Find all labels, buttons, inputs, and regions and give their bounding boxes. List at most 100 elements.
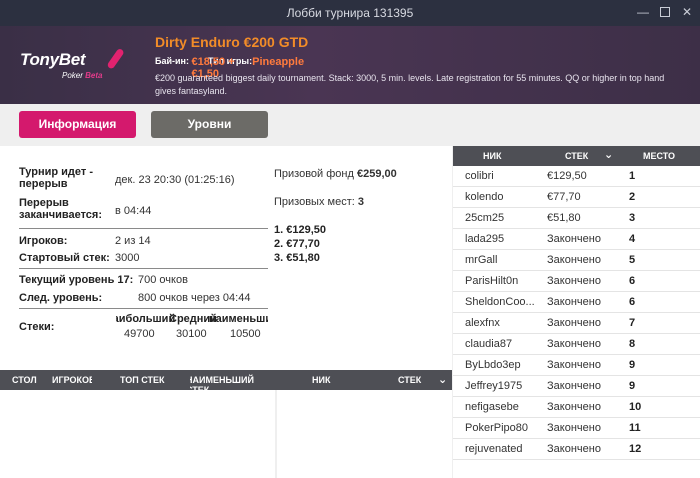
player-row[interactable]: alexfnx Закончено 7 (453, 313, 700, 334)
close-icon[interactable]: ✕ (680, 5, 694, 19)
sort-chevron-icon[interactable]: ⌄ (604, 148, 613, 161)
col-stack[interactable]: СТЕК (398, 375, 421, 385)
logo-brand: TonyBet (20, 50, 86, 69)
current-level-value: 700 очков (138, 274, 188, 286)
table-players-list (277, 390, 452, 478)
prize-places-value: 3 (357, 196, 364, 208)
players-label: Игроков: (19, 235, 68, 247)
tables-header: СТОЛ ИГРОКОВ ТОП СТЕК НАИМЕНЬШИЙ СТЕК НИ… (0, 370, 452, 390)
player-row[interactable]: 25cm25 €51,80 3 (453, 208, 700, 229)
player-row[interactable]: claudia87 Закончено 8 (453, 334, 700, 355)
col-min-stack[interactable]: НАИМЕНЬШИЙ СТЕК (190, 375, 270, 390)
col-player-stack[interactable]: СТЕК (565, 151, 588, 161)
player-stack: Закончено (547, 401, 601, 413)
player-nick: ByLbdo3ep (465, 359, 521, 371)
col-players[interactable]: ИГРОКОВ (52, 375, 92, 385)
player-place: 1 (629, 170, 636, 182)
player-nick: claudia87 (465, 338, 513, 350)
tab-levels[interactable]: Уровни (151, 111, 268, 138)
player-stack: €77,70 (547, 191, 581, 203)
logo-mark-icon (107, 49, 124, 69)
player-nick: Jeffrey1975 (465, 380, 523, 392)
player-place: 6 (629, 275, 636, 287)
start-stack-label: Стартовый стек: (19, 252, 110, 264)
player-row[interactable]: nefigasebe Закончено 10 (453, 397, 700, 418)
col-player-place[interactable]: МЕСТО (643, 151, 675, 161)
minimize-icon[interactable]: — (636, 5, 650, 19)
tab-info[interactable]: Информация (19, 111, 136, 138)
player-place: 3 (629, 212, 636, 224)
col-table[interactable]: СТОЛ (12, 375, 37, 385)
player-nick: 25cm25 (465, 212, 505, 224)
tournament-description: €200 guaranteed biggest daily tournament… (155, 73, 665, 96)
prize-pool-label: Призовой фонд (274, 168, 354, 180)
col-player-nick[interactable]: НИК (483, 151, 501, 161)
chevron-down-icon[interactable]: ⌄ (438, 373, 447, 386)
buyin-label: Бай-ин: (155, 56, 189, 66)
player-row[interactable]: mrGall Закончено 5 (453, 250, 700, 271)
prize-pool: Призовой фонд €259,00 (274, 168, 397, 180)
player-stack: €51,80 (547, 212, 581, 224)
next-level-value: 800 очков через 04:44 (138, 292, 251, 304)
player-row[interactable]: Jeffrey1975 Закончено 9 (453, 376, 700, 397)
game-type-value: Pineapple (252, 56, 305, 68)
divider (19, 268, 268, 269)
player-nick: mrGall (465, 254, 498, 266)
col-nick[interactable]: НИК (312, 375, 330, 385)
player-row[interactable]: SheldonCoo... Закончено 6 (453, 292, 700, 313)
player-place: 7 (629, 317, 636, 329)
player-stack: Закончено (547, 275, 601, 287)
tournament-name: Dirty Enduro €200 GTD (155, 34, 309, 50)
maximize-icon[interactable] (658, 5, 672, 19)
tonybet-logo: TonyBet Poker Beta (20, 46, 130, 86)
tournament-header: TonyBet Poker Beta Dirty Enduro €200 GTD… (0, 26, 700, 104)
break-label: Перерыв заканчивается: (19, 197, 103, 221)
start-stack-value: 3000 (115, 252, 140, 264)
prize-pool-value: €259,00 (356, 168, 397, 180)
player-place: 10 (629, 401, 642, 413)
player-row[interactable]: kolendo €77,70 2 (453, 187, 700, 208)
prize-places: Призовых мест: 3 (274, 196, 364, 208)
window-titlebar: Лобби турнира 131395 — ✕ (0, 0, 700, 26)
player-place: 12 (629, 443, 642, 455)
prize-2: 2. €77,70 (274, 238, 320, 250)
next-level-label: След. уровень: (19, 292, 103, 304)
player-row[interactable]: PokerPipo80 Закончено 11 (453, 418, 700, 439)
player-stack: Закончено (547, 233, 601, 245)
prize-3: 3. €51,80 (274, 252, 320, 264)
player-row[interactable]: ParisHilt0n Закончено 6 (453, 271, 700, 292)
player-place: 9 (629, 359, 636, 371)
player-place: 6 (629, 296, 636, 308)
stack-max-value: 49700 (124, 328, 155, 340)
player-stack: Закончено (547, 359, 601, 371)
player-nick: lada295 (465, 233, 505, 245)
stack-max-header: наибольший (116, 313, 176, 325)
player-row[interactable]: lada295 Закончено 4 (453, 229, 700, 250)
players-header: НИК СТЕК ⌄ МЕСТО (453, 146, 700, 166)
info-panel: Турнир идет - перерыв дек. 23 20:30 (01:… (0, 146, 452, 370)
player-nick: PokerPipo80 (465, 422, 528, 434)
stack-min-header: наименьший (209, 313, 268, 325)
tables-list (0, 390, 275, 478)
player-place: 2 (629, 191, 636, 203)
window-title: Лобби турнира 131395 (286, 6, 414, 20)
prize-1: 1. €129,50 (274, 224, 326, 236)
player-place: 8 (629, 338, 636, 350)
player-stack: €129,50 (547, 170, 587, 182)
players-value: 2 из 14 (115, 235, 151, 247)
player-stack: Закончено (547, 254, 601, 266)
current-level-label: Текущий уровень 17: (19, 274, 134, 286)
col-top-stack[interactable]: ТОП СТЕК (120, 375, 165, 385)
player-row[interactable]: colibri €129,50 1 (453, 166, 700, 187)
prize-places-label: Призовых мест: (274, 196, 355, 208)
stack-min-value: 10500 (230, 328, 261, 340)
divider (19, 308, 268, 309)
player-nick: rejuvenated (465, 443, 523, 455)
player-place: 5 (629, 254, 636, 266)
player-stack: Закончено (547, 338, 601, 350)
stacks-label: Стеки: (19, 321, 55, 333)
logo-subtitle: Poker Beta (62, 71, 103, 80)
player-row[interactable]: ByLbdo3ep Закончено 9 (453, 355, 700, 376)
player-nick: ParisHilt0n (465, 275, 519, 287)
player-row[interactable]: rejuvenated Закончено 12 (453, 439, 700, 460)
